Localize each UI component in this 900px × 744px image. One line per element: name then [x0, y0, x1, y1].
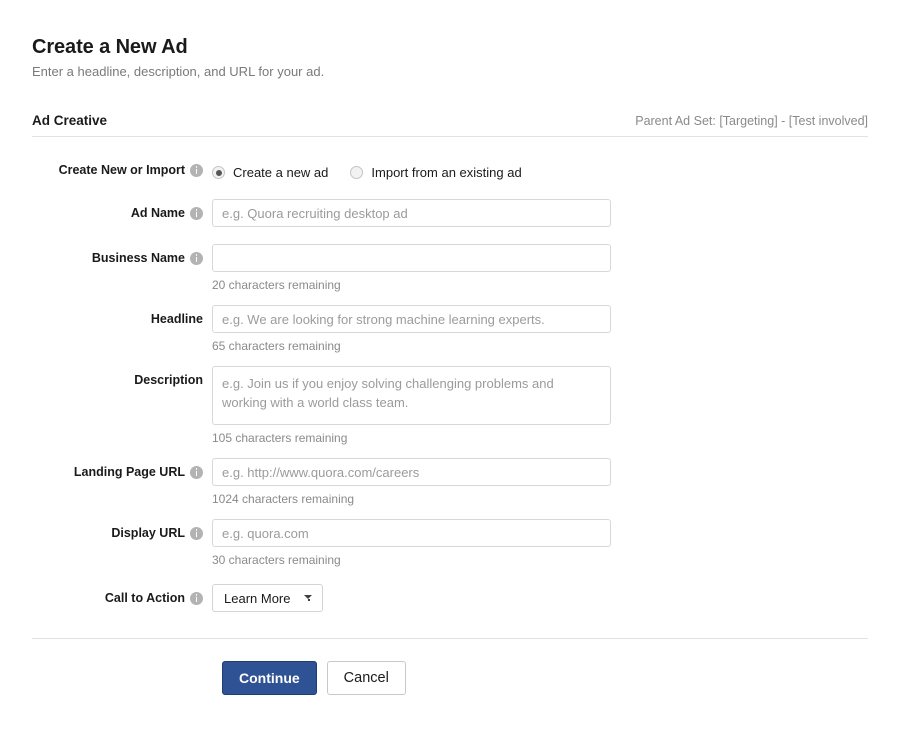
page-title: Create a New Ad: [32, 0, 868, 59]
info-icon-call-to-action[interactable]: [190, 592, 203, 605]
form-actions: Continue Cancel: [32, 639, 868, 695]
field-display-url: 30 characters remaining: [212, 519, 868, 567]
row-headline: Headline 65 characters remaining: [32, 305, 868, 353]
field-ad-name: [212, 199, 868, 227]
call-to-action-label-text: Call to Action: [105, 591, 185, 605]
field-landing-page-url: 1024 characters remaining: [212, 458, 868, 506]
parent-ad-set-label: Parent Ad Set: [Targeting] - [Test invol…: [635, 114, 868, 128]
field-call-to-action: Learn More: [212, 584, 868, 612]
business-name-helper: 20 characters remaining: [212, 272, 868, 292]
row-create-or-import: Create New or Import Create a new ad Imp…: [32, 163, 868, 182]
description-textarea[interactable]: [212, 366, 611, 425]
description-label-text: Description: [134, 373, 203, 387]
call-to-action-select[interactable]: Learn More: [212, 584, 323, 612]
chevron-down-icon: [304, 593, 313, 603]
ad-name-label-text: Ad Name: [131, 206, 185, 220]
label-ad-name: Ad Name: [32, 199, 212, 227]
field-business-name: 20 characters remaining: [212, 244, 868, 292]
page-subtitle: Enter a headline, description, and URL f…: [32, 59, 868, 80]
info-icon-display-url[interactable]: [190, 527, 203, 540]
info-icon-business-name[interactable]: [190, 252, 203, 265]
cancel-button[interactable]: Cancel: [327, 661, 406, 695]
label-headline: Headline: [32, 305, 212, 333]
row-display-url: Display URL 30 characters remaining: [32, 519, 868, 567]
description-helper: 105 characters remaining: [212, 425, 868, 445]
display-url-helper: 30 characters remaining: [212, 547, 868, 567]
label-description: Description: [32, 366, 212, 394]
section-title: Ad Creative: [32, 113, 107, 128]
radio-mark-create-new[interactable]: [212, 166, 225, 179]
business-name-label-text: Business Name: [92, 251, 185, 265]
ad-creative-section-header: Ad Creative Parent Ad Set: [Targeting] -…: [32, 113, 868, 137]
row-call-to-action: Call to Action Learn More: [32, 584, 868, 612]
radio-label-create-new: Create a new ad: [233, 165, 328, 180]
row-business-name: Business Name 20 characters remaining: [32, 244, 868, 292]
label-display-url: Display URL: [32, 519, 212, 547]
headline-helper: 65 characters remaining: [212, 333, 868, 353]
headline-label-text: Headline: [151, 312, 203, 326]
label-landing-page-url: Landing Page URL: [32, 458, 212, 486]
display-url-input[interactable]: [212, 519, 611, 547]
create-or-import-radio-group: Create a new ad Import from an existing …: [212, 163, 868, 182]
create-ad-page: Create a New Ad Enter a headline, descri…: [0, 0, 900, 744]
radio-import-existing-ad[interactable]: Import from an existing ad: [350, 165, 521, 180]
radio-label-import-existing: Import from an existing ad: [371, 165, 521, 180]
row-landing-page-url: Landing Page URL 1024 characters remaini…: [32, 458, 868, 506]
radio-mark-import-existing[interactable]: [350, 166, 363, 179]
landing-page-url-input[interactable]: [212, 458, 611, 486]
row-ad-name: Ad Name: [32, 199, 868, 227]
info-icon-create-or-import[interactable]: [190, 164, 203, 177]
headline-input[interactable]: [212, 305, 611, 333]
create-or-import-label-text: Create New or Import: [59, 163, 185, 177]
continue-button[interactable]: Continue: [222, 661, 317, 695]
business-name-input[interactable]: [212, 244, 611, 272]
field-description: 105 characters remaining: [212, 366, 868, 445]
label-business-name: Business Name: [32, 244, 212, 272]
field-headline: 65 characters remaining: [212, 305, 868, 353]
ad-creative-form: Create New or Import Create a new ad Imp…: [32, 137, 868, 612]
radio-create-a-new-ad[interactable]: Create a new ad: [212, 165, 328, 180]
landing-page-url-label-text: Landing Page URL: [74, 465, 185, 479]
info-icon-landing-page-url[interactable]: [190, 466, 203, 479]
ad-name-input[interactable]: [212, 199, 611, 227]
call-to-action-selected-value: Learn More: [224, 591, 290, 606]
display-url-label-text: Display URL: [111, 526, 185, 540]
field-create-or-import: Create a new ad Import from an existing …: [212, 163, 868, 182]
label-call-to-action: Call to Action: [32, 584, 212, 612]
landing-page-url-helper: 1024 characters remaining: [212, 486, 868, 506]
row-description: Description 105 characters remaining: [32, 366, 868, 445]
info-icon-ad-name[interactable]: [190, 207, 203, 220]
label-create-or-import: Create New or Import: [32, 163, 212, 177]
